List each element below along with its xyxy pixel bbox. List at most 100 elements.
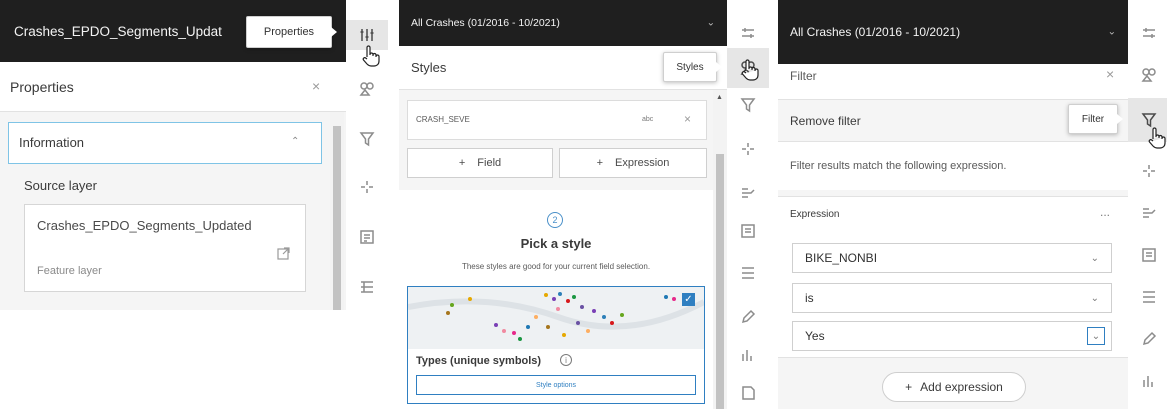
chevron-down-icon: ⌄ bbox=[1107, 26, 1116, 38]
field-row[interactable]: CRASH_SEVE abc × bbox=[407, 100, 707, 140]
value-select[interactable]: Yes ⌄ bbox=[792, 321, 1112, 351]
scrollbar-thumb[interactable] bbox=[716, 154, 724, 409]
chart-icon[interactable] bbox=[1128, 364, 1167, 398]
more-options-icon[interactable]: ... bbox=[1100, 205, 1110, 219]
expression-section: Expression ... BIKE_NONBI ⌄ is ⌄ Yes ⌄ +… bbox=[778, 190, 1128, 409]
expression-title: Expression bbox=[790, 209, 840, 220]
map-dot bbox=[468, 297, 472, 301]
note-icon[interactable] bbox=[727, 376, 769, 409]
operator-select-value: is bbox=[805, 291, 814, 305]
filter-icon[interactable] bbox=[346, 122, 388, 156]
source-layer-type: Feature layer bbox=[37, 265, 102, 277]
external-link-icon[interactable] bbox=[277, 247, 290, 260]
properties-tooltip: Properties bbox=[246, 16, 337, 48]
styles-tooltip: Styles bbox=[663, 52, 722, 82]
layer-select-header[interactable]: All Crashes (01/2016 - 10/2021) ⌄ bbox=[778, 0, 1128, 64]
close-icon[interactable]: × bbox=[1106, 66, 1114, 82]
filter-info-row: Filter results match the following expre… bbox=[778, 142, 1128, 190]
map-dot bbox=[534, 315, 538, 319]
filter-title-row: Filter × bbox=[778, 64, 1128, 100]
filter-tooltip-label: Filter bbox=[1081, 113, 1105, 125]
scroll-up-arrow[interactable]: ▲ bbox=[716, 94, 723, 101]
source-layer-card[interactable]: Crashes_EPDO_Segments_Updated Feature la… bbox=[24, 204, 306, 292]
styles-tooltip-label: Styles bbox=[676, 61, 704, 73]
map-dot bbox=[552, 297, 556, 301]
tool-rail bbox=[1128, 0, 1167, 409]
pop-ups-icon[interactable] bbox=[1128, 238, 1167, 272]
style-map-preview: ✓ bbox=[408, 287, 704, 349]
information-group-header[interactable]: Information ⌃ bbox=[8, 122, 322, 164]
map-dot bbox=[546, 325, 550, 329]
fields-icon[interactable] bbox=[1128, 280, 1167, 314]
add-field-button[interactable]: + Field bbox=[407, 148, 553, 178]
remove-field-icon[interactable]: × bbox=[684, 112, 691, 126]
style-card[interactable]: ✓ Types (unique symbols) i Style options bbox=[407, 286, 705, 404]
map-dot bbox=[446, 311, 450, 315]
effects-icon[interactable] bbox=[727, 132, 769, 166]
styles-icon[interactable] bbox=[346, 72, 388, 106]
scrollbar[interactable]: ▲ bbox=[713, 90, 727, 409]
properties-icon[interactable] bbox=[1128, 16, 1167, 50]
map-dot bbox=[610, 321, 614, 325]
fields-icon[interactable] bbox=[346, 270, 388, 304]
map-dot bbox=[518, 337, 522, 341]
filter-tooltip: Filter bbox=[1068, 104, 1123, 134]
map-dot bbox=[502, 329, 506, 333]
effects-icon[interactable] bbox=[346, 170, 388, 204]
map-dot bbox=[556, 307, 560, 311]
layer-select-title: All Crashes (01/2016 - 10/2021) bbox=[790, 25, 961, 39]
style-options-label: Style options bbox=[535, 381, 577, 389]
styles-body: CRASH_SEVE abc × + Field + Expression 2 … bbox=[399, 90, 727, 409]
pick-style-section: 2 Pick a style These styles are good for… bbox=[399, 190, 713, 409]
effects-icon[interactable] bbox=[1128, 154, 1167, 188]
field-select[interactable]: BIKE_NONBI ⌄ bbox=[792, 243, 1112, 273]
field-name: CRASH_SEVE bbox=[416, 115, 470, 124]
fields-icon[interactable] bbox=[727, 256, 769, 290]
pop-ups-icon[interactable] bbox=[727, 214, 769, 248]
scrollbar-thumb[interactable] bbox=[333, 126, 341, 310]
map-dot bbox=[572, 295, 576, 299]
chevron-down-icon: ⌄ bbox=[706, 17, 715, 29]
layer-select-title: All Crashes (01/2016 - 10/2021) bbox=[411, 17, 560, 29]
edit-icon[interactable] bbox=[727, 300, 769, 334]
field-type-badge: abc bbox=[642, 116, 654, 123]
add-field-label: Field bbox=[477, 157, 502, 169]
add-expression-label: Expression bbox=[615, 157, 670, 169]
labels-icon[interactable] bbox=[1128, 196, 1167, 230]
source-layer-name: Crashes_EPDO_Segments_Updated bbox=[37, 218, 252, 233]
map-dot bbox=[562, 333, 566, 337]
map-dot bbox=[602, 315, 606, 319]
filter-icon[interactable] bbox=[727, 88, 769, 122]
filter-title: Filter bbox=[790, 69, 817, 83]
map-dot bbox=[576, 321, 580, 325]
pick-style-description: These styles are good for your current f… bbox=[461, 262, 651, 271]
unique-symbols-map bbox=[408, 292, 704, 341]
styles-icon[interactable] bbox=[1128, 58, 1167, 92]
map-dot bbox=[512, 331, 516, 335]
map-dot bbox=[494, 323, 498, 327]
properties-body: Information ⌃ Source layer Crashes_EPDO_… bbox=[0, 112, 346, 310]
layer-select-header[interactable]: All Crashes (01/2016 - 10/2021) ⌄ bbox=[399, 0, 727, 46]
properties-title-row: Properties × bbox=[0, 62, 346, 112]
labels-icon[interactable] bbox=[727, 176, 769, 210]
information-group-body: Source layer Crashes_EPDO_Segments_Updat… bbox=[8, 164, 322, 310]
checkbox-checked[interactable]: ✓ bbox=[682, 293, 695, 306]
hand-cursor-icon bbox=[1148, 127, 1166, 149]
field-select-value: BIKE_NONBI bbox=[805, 251, 878, 265]
pop-ups-icon[interactable] bbox=[346, 220, 388, 254]
pick-style-title: Pick a style bbox=[520, 236, 592, 251]
chart-icon[interactable] bbox=[727, 338, 769, 372]
close-icon[interactable]: × bbox=[312, 78, 320, 94]
edit-icon[interactable] bbox=[1128, 322, 1167, 356]
properties-icon[interactable] bbox=[727, 16, 769, 50]
scrollbar[interactable] bbox=[330, 112, 344, 310]
properties-title: Properties bbox=[10, 79, 74, 95]
info-icon[interactable]: i bbox=[560, 354, 572, 366]
chevron-down-icon[interactable]: ⌄ bbox=[1087, 327, 1105, 345]
style-options-button[interactable]: Style options bbox=[416, 375, 696, 395]
plus-icon: + bbox=[596, 157, 603, 169]
add-expression-button[interactable]: + Add expression bbox=[882, 372, 1026, 402]
add-expression-button[interactable]: + Expression bbox=[559, 148, 707, 178]
hand-cursor-icon bbox=[362, 45, 380, 67]
operator-select[interactable]: is ⌄ bbox=[792, 283, 1112, 313]
